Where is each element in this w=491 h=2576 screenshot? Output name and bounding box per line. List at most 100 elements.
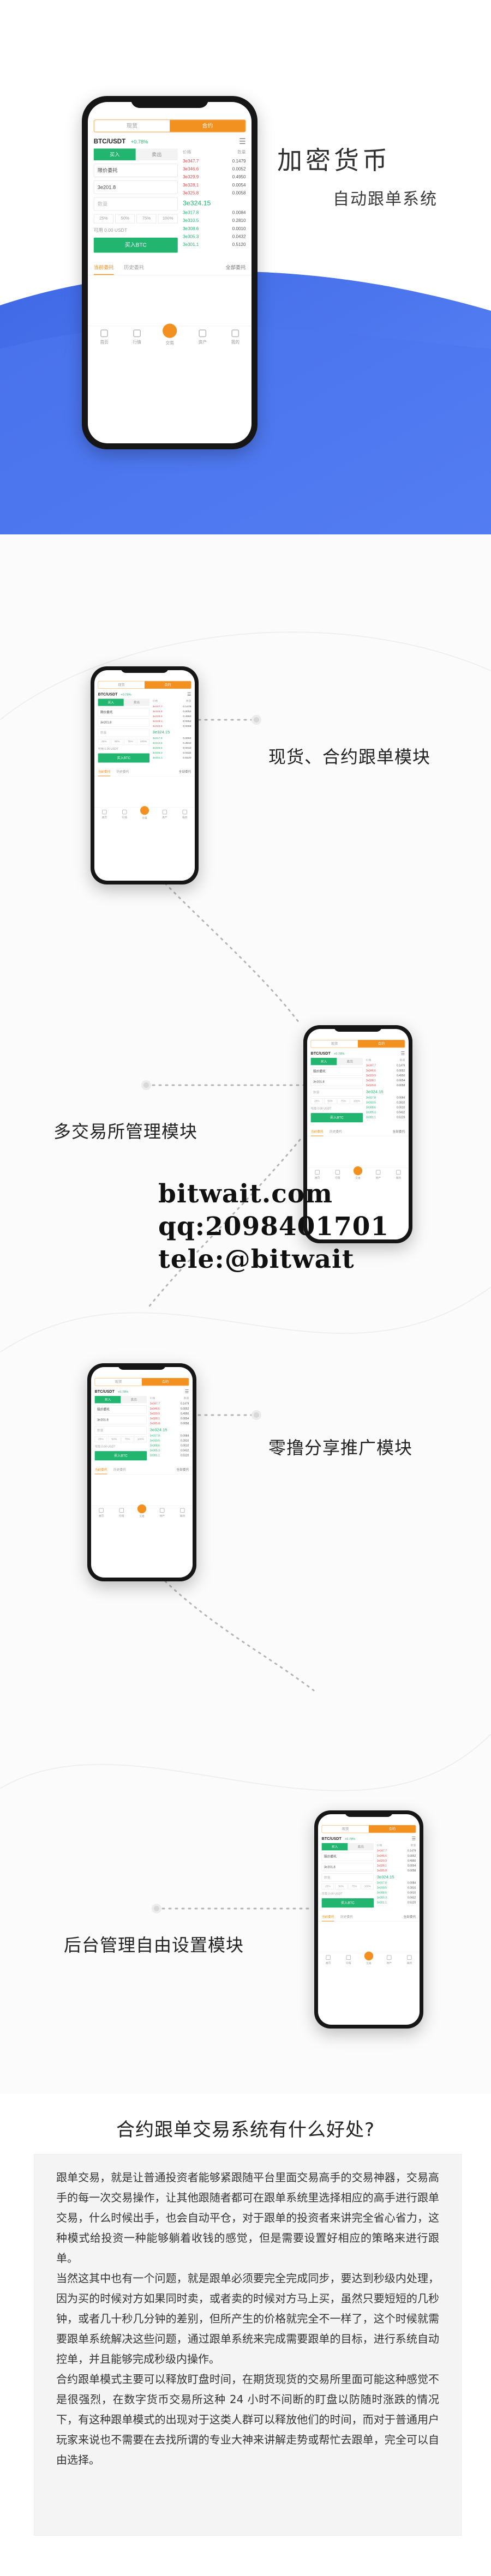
orderbook-row[interactable]: 3e329.9 0.4950 (150, 1411, 189, 1416)
percent-option[interactable]: 100% (350, 1098, 363, 1104)
percent-selector[interactable]: 25% 50% 75% 100% (321, 1883, 374, 1889)
order-type-select[interactable]: 限价委托 (310, 1067, 363, 1076)
all-orders-link[interactable]: 全部委托 (176, 1467, 189, 1474)
tab-history-orders[interactable]: 历史委托 (113, 1467, 126, 1474)
nav-trade[interactable]: 交易 (348, 1166, 368, 1180)
buy-tab[interactable]: 买入 (310, 1057, 337, 1066)
nav-market[interactable]: 行情 (111, 1508, 131, 1518)
orderbook-row[interactable]: 3e325.8 0.0058 (377, 1868, 416, 1873)
sell-tab[interactable]: 卖出 (135, 148, 178, 161)
percent-option[interactable]: 75% (124, 739, 136, 745)
buy-btc-button[interactable]: 买入BTC (94, 1451, 147, 1461)
nav-home[interactable]: 首页 (94, 809, 115, 820)
percent-option[interactable]: 75% (348, 1883, 361, 1889)
amount-input[interactable]: 数量 (321, 1873, 374, 1882)
orderbook-row[interactable]: 3e346.6 0.0052 (366, 1068, 405, 1073)
nav-profile[interactable]: 我的 (219, 329, 252, 345)
percent-option[interactable]: 100% (137, 739, 150, 745)
nav-profile[interactable]: 我的 (388, 1170, 409, 1180)
orderbook-row[interactable]: 3e301.1 0.5120 (366, 1115, 405, 1120)
buy-tab[interactable]: 买入 (93, 148, 136, 161)
price-input[interactable]: 3e201.8 (321, 1863, 374, 1871)
orderbook-row[interactable]: 3e329.9 0.4950 (153, 714, 191, 719)
buy-tab[interactable]: 买入 (98, 699, 124, 706)
trading-pair[interactable]: BTC/USDT (94, 138, 125, 145)
all-orders-link[interactable]: 全部委托 (179, 769, 191, 777)
nav-trade[interactable]: 交易 (358, 1951, 379, 1965)
list-icon[interactable]: ☰ (412, 1836, 416, 1841)
amount-input[interactable]: 数量 (310, 1088, 363, 1097)
buy-btc-button[interactable]: 买入BTC (98, 753, 150, 763)
percent-option[interactable]: 25% (310, 1098, 324, 1104)
nav-market[interactable]: 行情 (338, 1955, 358, 1965)
tab-history-orders[interactable]: 历史委托 (340, 1915, 353, 1922)
orderbook-row[interactable]: 3e347.7 0.1479 (377, 1849, 416, 1853)
nav-assets[interactable]: 资产 (368, 1170, 388, 1180)
percent-option[interactable]: 25% (98, 739, 110, 745)
percent-option[interactable]: 100% (134, 1436, 147, 1442)
orderbook-row[interactable]: 3e329.9 0.4950 (183, 173, 246, 182)
nav-home[interactable]: 首页 (91, 1508, 111, 1518)
trading-pair[interactable]: BTC/USDT (98, 692, 118, 696)
orderbook-row[interactable]: 3e347.7 0.1479 (150, 1401, 189, 1406)
amount-input[interactable]: 数量 (94, 1426, 147, 1435)
order-type-select[interactable]: 限价委托 (94, 1405, 147, 1414)
orderbook-row[interactable]: 3e325.8 0.0058 (183, 189, 246, 197)
tab-current-orders[interactable]: 当前委托 (321, 1915, 334, 1922)
orderbook-row[interactable]: 3e301.1 0.5120 (153, 755, 191, 760)
orderbook-row[interactable]: 3e308.6 0.0010 (366, 1105, 405, 1110)
trading-pair[interactable]: BTC/USDT (311, 1051, 331, 1056)
percent-option[interactable]: 75% (337, 1098, 350, 1104)
orderbook-row[interactable]: 3e308.6 0.0010 (150, 1443, 189, 1448)
percent-option[interactable]: 25% (321, 1883, 334, 1889)
order-type-select[interactable]: 限价委托 (93, 164, 178, 177)
order-type-select[interactable]: 限价委托 (321, 1852, 374, 1861)
buy-tab[interactable]: 买入 (321, 1843, 348, 1851)
tab-spot[interactable]: 现货 (322, 1826, 369, 1833)
nav-trade[interactable]: 交易 (135, 806, 155, 820)
orderbook-row[interactable]: 3e308.6 0.0010 (183, 225, 246, 233)
nav-assets[interactable]: 资产 (152, 1508, 172, 1518)
percent-option[interactable]: 75% (121, 1436, 134, 1442)
nav-home[interactable]: 首页 (318, 1955, 338, 1965)
list-icon[interactable]: ☰ (401, 1051, 405, 1056)
tab-current-orders[interactable]: 当前委托 (93, 263, 114, 275)
nav-home[interactable]: 首页 (88, 329, 121, 345)
orderbook-row[interactable]: 3e305.3 0.0432 (153, 750, 191, 755)
orderbook-row[interactable]: 3e310.5 0.2810 (153, 741, 191, 745)
nav-assets[interactable]: 资产 (379, 1955, 399, 1965)
tab-spot[interactable]: 现货 (95, 1379, 142, 1386)
percent-option[interactable]: 75% (136, 214, 157, 224)
tab-current-orders[interactable]: 当前委托 (310, 1129, 324, 1136)
orderbook-row[interactable]: 3e310.5 0.2810 (183, 217, 246, 225)
sell-tab[interactable]: 卖出 (348, 1843, 374, 1851)
percent-option[interactable]: 25% (94, 1436, 107, 1442)
orderbook-row[interactable]: 3e308.6 0.0010 (377, 1891, 416, 1895)
orderbook-row[interactable]: 3e347.7 0.1479 (366, 1063, 405, 1068)
orderbook-row[interactable]: 3e317.8 0.0084 (150, 1434, 189, 1439)
orderbook-row[interactable]: 3e346.6 0.0052 (153, 709, 191, 714)
market-type-switch[interactable]: 现货 合约 (93, 119, 246, 133)
percent-option[interactable]: 50% (108, 1436, 121, 1442)
orderbook-row[interactable]: 3e305.3 0.0432 (150, 1448, 189, 1453)
orderbook-row[interactable]: 3e310.5 0.2810 (366, 1100, 405, 1105)
contact-site[interactable]: bitwait.com (158, 1179, 333, 1209)
orderbook-row[interactable]: 3e325.8 0.0058 (153, 724, 191, 729)
contact-qq[interactable]: qq:2098401701 (158, 1212, 389, 1242)
price-input[interactable]: 3e201.8 (310, 1078, 363, 1086)
amount-input[interactable]: 数量 (93, 197, 178, 211)
trading-pair[interactable]: BTC/USDT (95, 1389, 115, 1394)
orderbook-row[interactable]: 3e317.8 0.0084 (153, 736, 191, 741)
orderbook-row[interactable]: 3e328.1 0.0054 (366, 1078, 405, 1083)
nav-profile[interactable]: 我的 (399, 1955, 420, 1965)
nav-market[interactable]: 行情 (121, 329, 153, 345)
percent-option[interactable]: 100% (158, 214, 178, 224)
market-type-switch[interactable]: 现货 合约 (321, 1825, 416, 1833)
orderbook-row[interactable]: 3e305.3 0.0432 (366, 1110, 405, 1115)
tab-contract[interactable]: 合约 (369, 1825, 416, 1833)
list-icon[interactable]: ☰ (239, 137, 246, 146)
price-input[interactable]: 3e201.8 (94, 1416, 147, 1424)
orderbook-row[interactable]: 3e346.6 0.0052 (150, 1406, 189, 1411)
orderbook-row[interactable]: 3e346.6 0.0052 (183, 165, 246, 173)
buy-btc-button[interactable]: 买入BTC (93, 237, 178, 253)
